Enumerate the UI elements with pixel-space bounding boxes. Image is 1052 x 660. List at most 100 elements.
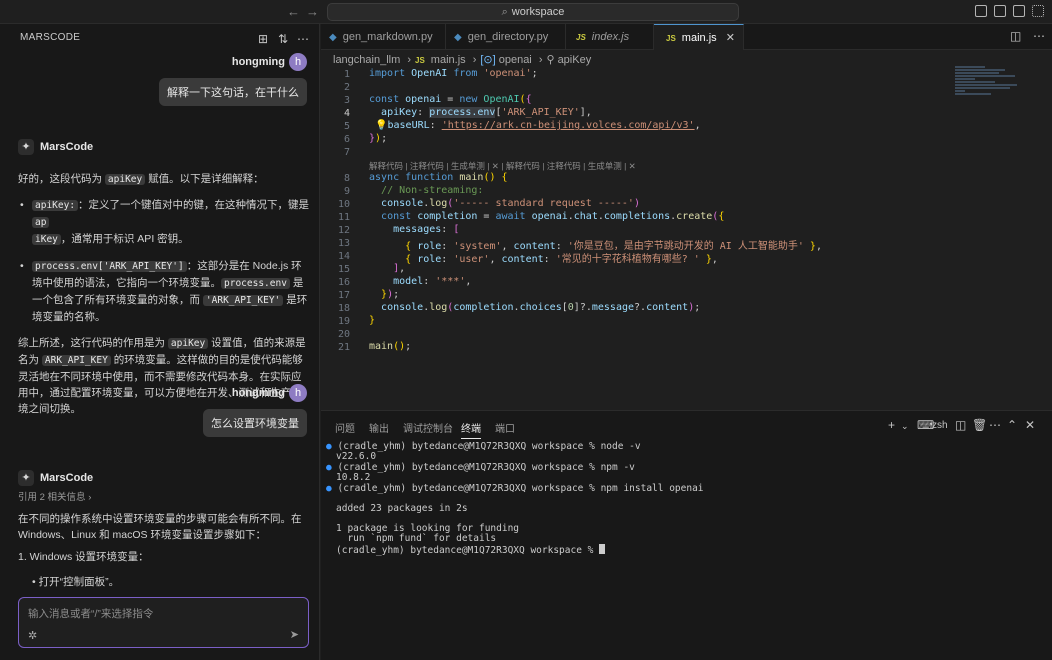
avatar: h xyxy=(289,53,307,71)
line-number: 8 xyxy=(343,173,350,184)
marscode-chat-panel: MARSCODE ⊞ ⇅ ⋯ hongming h 解释一下这句话，在干什么 ✦… xyxy=(0,24,320,660)
line-number: 19 xyxy=(337,316,350,327)
forward-arrow-icon[interactable]: → xyxy=(306,4,319,19)
code-line: apiKey: process.env['ARK_API_KEY'], xyxy=(381,107,592,118)
user-message: 解释一下这句话，在干什么 xyxy=(159,78,307,106)
tab-problems[interactable]: 问题 xyxy=(335,420,355,435)
lightbulb-icon[interactable]: 💡 xyxy=(375,120,387,131)
search-text: workspace xyxy=(511,6,565,18)
tab-gen-markdown[interactable]: ◆ gen_markdown.py xyxy=(321,24,446,50)
split-editor-icon[interactable]: ◫ xyxy=(1010,29,1021,43)
command-center-search[interactable]: ⌕ workspace xyxy=(327,3,739,21)
terminal-line: 10.8.2 xyxy=(336,472,371,483)
tab-gen-directory[interactable]: ◆ gen_directory.py xyxy=(446,24,566,50)
close-icon[interactable]: ✕ xyxy=(726,25,735,51)
toggle-primary-sidebar-icon[interactable] xyxy=(975,5,987,17)
line-number: 3 xyxy=(343,95,350,106)
line-number: 11 xyxy=(337,212,350,223)
line-number: 18 xyxy=(337,303,350,314)
code-lens[interactable]: 解释代码 | 注释代码 | 生成单测 | ✕ | 解释代码 | 注释代码 | 生… xyxy=(369,160,636,172)
terminal-line: ● (cradle_yhm) bytedance@M1Q72R3QXQ work… xyxy=(326,462,635,473)
list-item: • 打开“控制面板”。 xyxy=(32,576,120,588)
bottom-panel: 问题 输出 调试控制台 终端 端口 + ⌄ ⌨ zsh ◫ 🗑 ⋯ ⌃ ✕ ● … xyxy=(321,410,1052,660)
user-message: 怎么设置环境变量 xyxy=(203,409,307,437)
code-editor[interactable]: 1 import OpenAI from 'openai'; 2 3 const… xyxy=(321,64,941,364)
code-line: import OpenAI from 'openai'; xyxy=(369,68,538,79)
toggle-panel-icon[interactable] xyxy=(994,5,1006,17)
customize-layout-icon[interactable] xyxy=(1032,5,1044,17)
split-terminal-icon[interactable]: ◫ xyxy=(955,418,966,432)
sparkle-icon[interactable]: ✲ xyxy=(28,629,37,642)
code-line: model: '***', xyxy=(393,276,472,287)
code-line: const completion = await openai.chat.com… xyxy=(381,211,725,222)
avatar: h xyxy=(289,384,307,402)
command-success-icon: ● xyxy=(326,462,332,473)
close-icon[interactable]: ✕ xyxy=(1025,418,1035,432)
code-line: main(); xyxy=(369,341,412,352)
code-line: }); xyxy=(369,133,388,144)
line-number: 10 xyxy=(337,199,350,210)
chevron-down-icon[interactable]: ⌄ xyxy=(901,421,909,432)
code-line: const openai = new OpenAI({ xyxy=(369,94,532,105)
python-file-icon: ◆ xyxy=(454,32,462,43)
reference-link[interactable]: 引用 2 相关信息 › xyxy=(18,490,310,506)
code-line: 💡baseURL: 'https://ark.cn-beijing.volces… xyxy=(375,120,701,131)
new-chat-icon[interactable]: ⊞ xyxy=(258,32,268,46)
search-icon: ⌕ xyxy=(501,6,508,18)
line-number: 16 xyxy=(337,277,350,288)
more-icon[interactable]: ⋯ xyxy=(989,418,1001,432)
send-icon[interactable]: ➤ xyxy=(290,628,299,641)
user-name: hongming xyxy=(231,387,285,399)
tab-index-js[interactable]: JS index.js xyxy=(566,24,654,50)
toggle-secondary-sidebar-icon[interactable] xyxy=(1013,5,1025,17)
line-number: 6 xyxy=(343,134,350,145)
editor-tabs: ◆ gen_markdown.py ◆ gen_directory.py JS ind… xyxy=(321,24,1052,50)
line-number: 7 xyxy=(343,147,350,158)
more-icon[interactable]: ⋯ xyxy=(297,32,309,46)
command-success-icon: ● xyxy=(326,483,332,494)
settings-icon[interactable]: ⇅ xyxy=(278,32,288,46)
tab-main-js[interactable]: JS main.js ✕ xyxy=(654,24,744,50)
code-line: ], xyxy=(393,263,406,274)
list-item: 1. Windows 设置环境变量： xyxy=(18,551,149,563)
terminal-line: v22.6.0 xyxy=(336,451,377,462)
title-bar: ← → ⌕ workspace xyxy=(0,0,1052,24)
code-line: // Non-streaming: xyxy=(381,185,484,196)
chevron-up-icon[interactable]: ⌃ xyxy=(1007,418,1017,432)
line-number: 4 xyxy=(343,108,350,119)
marscode-logo-icon: ✦ xyxy=(18,470,34,486)
js-file-icon: JS xyxy=(666,34,676,43)
code-line: } xyxy=(369,315,376,326)
line-number: 9 xyxy=(343,186,350,197)
more-actions-icon[interactable]: ⋯ xyxy=(1033,29,1045,43)
chat-input[interactable]: 输入消息或者“/”来选择指令 ✲ ➤ xyxy=(18,597,309,648)
line-number: 21 xyxy=(337,342,350,353)
line-number: 17 xyxy=(337,290,350,301)
line-number: 1 xyxy=(343,69,350,80)
trash-icon[interactable]: 🗑 xyxy=(972,418,987,432)
tab-output[interactable]: 输出 xyxy=(369,420,389,435)
terminal-line: added 23 packages in 2s xyxy=(336,503,468,514)
bot-name: MarsCode xyxy=(40,472,94,484)
shell-name[interactable]: zsh xyxy=(932,420,948,431)
panel-title: MARSCODE xyxy=(20,32,81,43)
tab-terminal[interactable]: 终端 xyxy=(461,420,481,439)
bot-answer: 在不同的操作系统中设置环境变量的步骤可能会有所不同。在 Windows、Linu… xyxy=(18,513,302,541)
add-terminal-icon[interactable]: + xyxy=(888,418,895,432)
line-number: 12 xyxy=(337,225,350,236)
code-line: console.log('----- standard request ----… xyxy=(381,198,640,209)
line-number: 14 xyxy=(337,251,350,262)
line-number: 15 xyxy=(337,264,350,275)
js-file-icon: JS xyxy=(576,33,586,42)
bot-name: MarsCode xyxy=(40,141,94,153)
line-number: 2 xyxy=(343,82,350,93)
back-arrow-icon[interactable]: ← xyxy=(287,4,300,19)
command-success-icon: ● xyxy=(326,441,332,452)
tab-ports[interactable]: 端口 xyxy=(495,420,515,435)
terminal-cursor xyxy=(599,544,606,554)
line-number: 20 xyxy=(337,329,350,340)
tab-debug-console[interactable]: 调试控制台 xyxy=(403,420,453,435)
line-number: 13 xyxy=(337,238,350,249)
bot-answer: 好的，这段代码为 apiKey 赋值。以下是详细解释： apiKey:：定义了一… xyxy=(18,171,310,417)
minimap[interactable] xyxy=(955,66,1025,100)
